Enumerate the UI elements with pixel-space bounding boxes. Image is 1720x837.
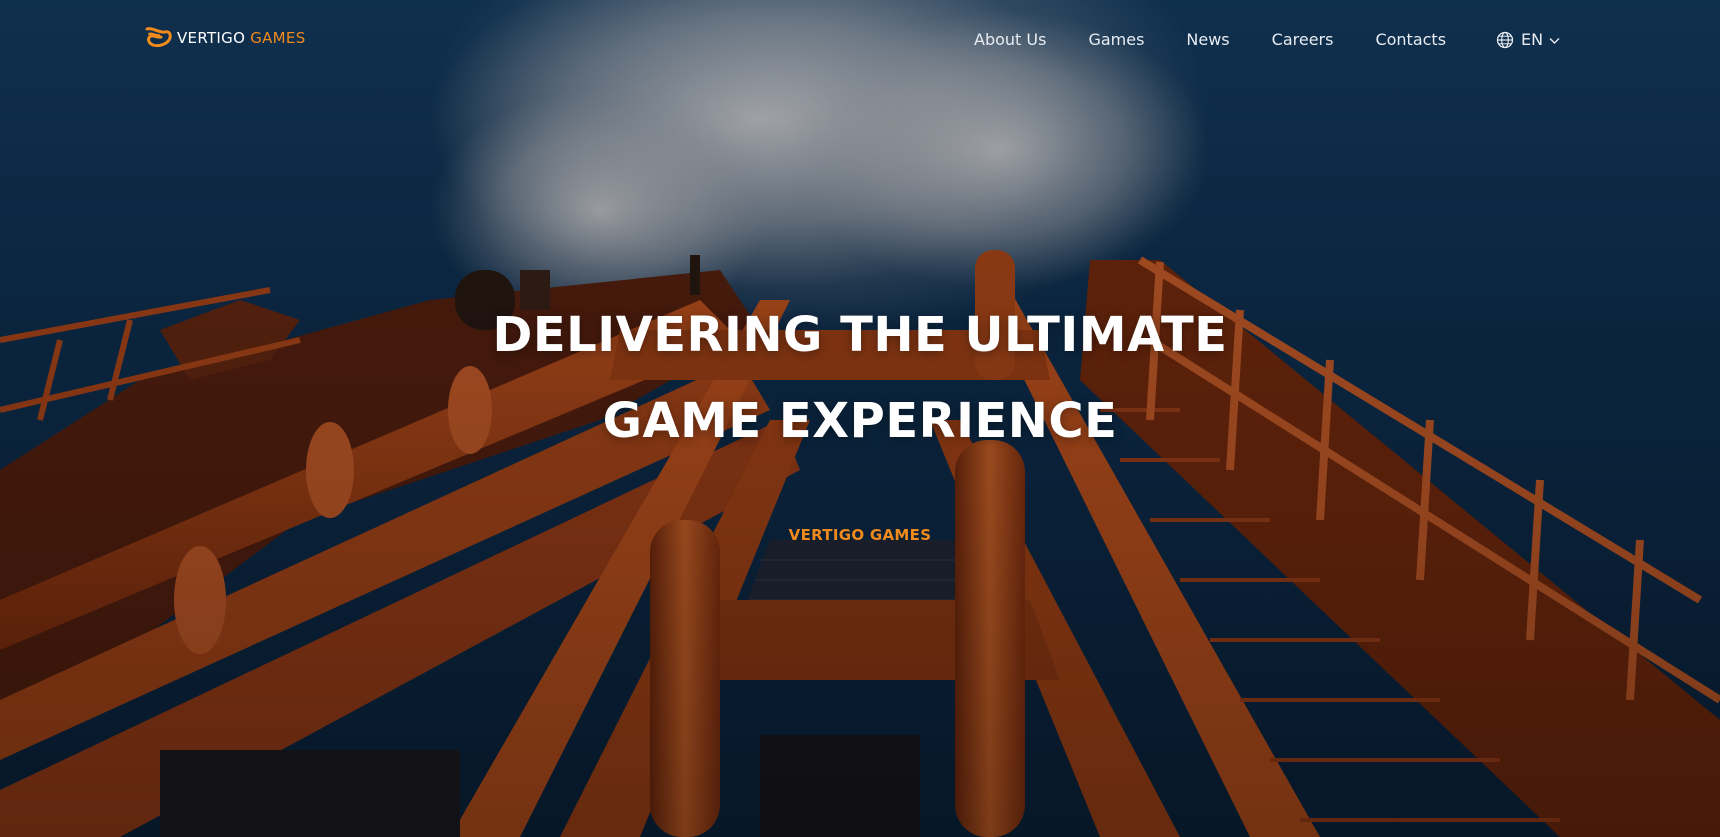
logo-link[interactable]: VERTIGO GAMES [143,22,306,54]
hero-subtitle: VERTIGO GAMES [788,526,932,544]
hero-title-line-2: GAME EXPERIENCE [602,393,1118,449]
hero-title: DELIVERING THE ULTIMATE GAME EXPERIENCE [0,292,1720,464]
chevron-down-icon [1549,37,1560,44]
language-selector[interactable]: EN [1496,28,1561,52]
hero-title-line-1: DELIVERING THE ULTIMATE [492,307,1228,363]
nav-item-careers[interactable]: Careers [1272,28,1334,52]
hero-section: VERTIGO GAMES About Us Games News Careers… [0,0,1720,837]
logo-wordmark: VERTIGO GAMES [177,29,306,47]
vertigo-swirl-logo-icon [145,27,172,48]
language-current: EN [1521,30,1544,49]
nav-item-contacts[interactable]: Contacts [1375,28,1446,52]
logo-word-games: GAMES [250,29,306,47]
nav-item-games[interactable]: Games [1088,28,1144,52]
logo-word-vertigo: VERTIGO [177,29,246,47]
main-nav: About Us Games News Careers Contacts [974,28,1446,52]
nav-item-about-us[interactable]: About Us [974,28,1046,52]
globe-icon [1496,31,1514,49]
site-header: VERTIGO GAMES About Us Games News Careers… [0,0,1720,80]
nav-item-news[interactable]: News [1186,28,1229,52]
